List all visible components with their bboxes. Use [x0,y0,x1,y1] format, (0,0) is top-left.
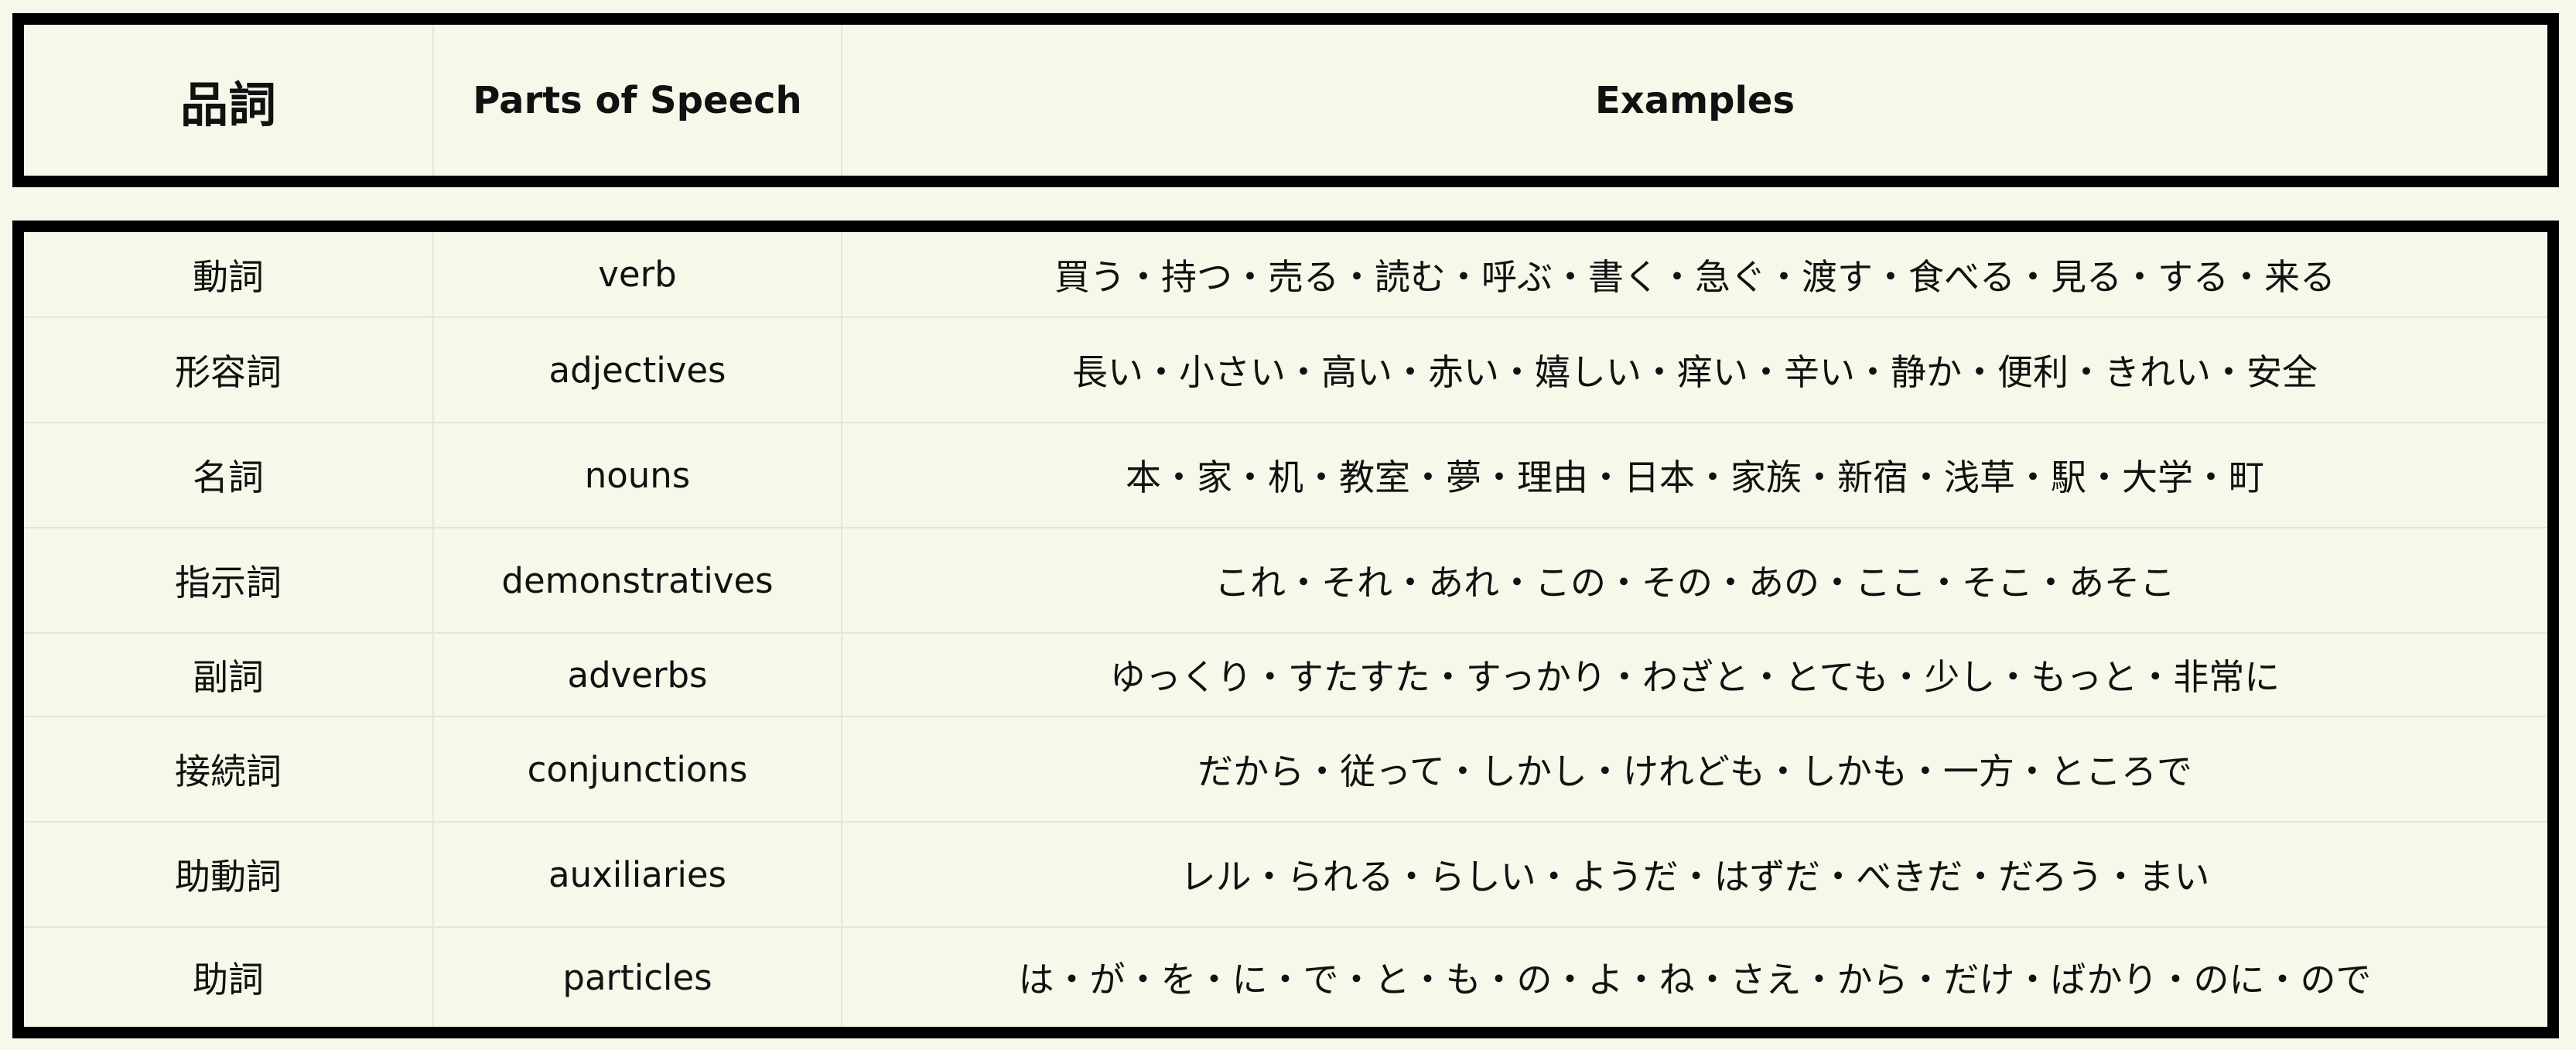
header-japanese-label: 品詞 [179,76,276,133]
examples-text: これ・それ・あれ・この・その・あの・ここ・そこ・あそこ [1215,562,2175,604]
examples-text: 買う・持つ・売る・読む・呼ぶ・書く・急ぐ・渡す・食べる・見る・する・来る [1054,255,2335,298]
japanese-term: 形容詞 [175,351,282,393]
japanese-term: 接続詞 [175,751,282,792]
header-row: 品詞 Parts of Speech Examples [24,25,2547,176]
table-row: 助動詞 auxiliaries レル・られる・らしい・ようだ・はずだ・べきだ・だ… [24,823,2547,928]
examples-cell: レル・られる・らしい・ようだ・はずだ・べきだ・だろう・まい [842,823,2547,926]
examples-text: だから・従って・しかし・けれども・しかも・一方・ところで [1197,751,2192,792]
english-term-cell: nouns [434,423,842,527]
header-parts-of-speech-label: Parts of Speech [473,78,802,122]
table-header: 品詞 Parts of Speech Examples [12,13,2559,187]
examples-cell: は・が・を・に・で・と・も・の・よ・ね・さえ・から・だけ・ばかり・のに・ので [842,928,2547,1027]
japanese-term: 動詞 [193,255,264,298]
japanese-term-cell: 動詞 [24,232,434,316]
examples-text: は・が・を・に・で・と・も・の・よ・ね・さえ・から・だけ・ばかり・のに・ので [1018,959,2372,1000]
header-parts-of-speech: Parts of Speech [434,25,842,176]
japanese-term-cell: 助動詞 [24,823,434,926]
examples-text: 長い・小さい・高い・赤い・嬉しい・痒い・辛い・静か・便利・きれい・安全 [1072,351,2318,393]
japanese-term: 指示詞 [175,562,282,604]
table-row: 名詞 nouns 本・家・机・教室・夢・理由・日本・家族・新宿・浅草・駅・大学・… [24,423,2547,528]
japanese-term-cell: 形容詞 [24,318,434,422]
examples-cell: ゆっくり・すたすた・すっかり・わざと・とても・少し・もっと・非常に [842,634,2547,716]
japanese-term-cell: 指示詞 [24,528,434,632]
japanese-term: 助詞 [193,959,264,1000]
table-row: 指示詞 demonstratives これ・それ・あれ・この・その・あの・ここ・… [24,528,2547,634]
english-term: demonstratives [501,559,774,601]
english-term-cell: adjectives [434,318,842,422]
header-examples: Examples [842,25,2547,176]
english-term: auxiliaries [548,853,726,895]
english-term-cell: demonstratives [434,528,842,632]
table-body: 動詞 verb 買う・持つ・売る・読む・呼ぶ・書く・急ぐ・渡す・食べる・見る・す… [12,221,2559,1038]
japanese-term: 名詞 [193,457,264,498]
examples-cell: だから・従って・しかし・けれども・しかも・一方・ところで [842,717,2547,821]
english-term: particles [562,956,712,998]
japanese-term: 助動詞 [175,856,282,898]
examples-cell: これ・それ・あれ・この・その・あの・ここ・そこ・あそこ [842,528,2547,632]
english-term: adjectives [548,349,726,391]
table-row: 形容詞 adjectives 長い・小さい・高い・赤い・嬉しい・痒い・辛い・静か… [24,318,2547,423]
examples-cell: 買う・持つ・売る・読む・呼ぶ・書く・急ぐ・渡す・食べる・見る・する・来る [842,232,2547,316]
examples-cell: 長い・小さい・高い・赤い・嬉しい・痒い・辛い・静か・便利・きれい・安全 [842,318,2547,422]
english-term: verb [598,254,677,295]
english-term-cell: adverbs [434,634,842,716]
english-term-cell: conjunctions [434,717,842,821]
examples-text: 本・家・机・教室・夢・理由・日本・家族・新宿・浅草・駅・大学・町 [1126,457,2264,498]
japanese-term-cell: 助詞 [24,928,434,1027]
table-row: 動詞 verb 買う・持つ・売る・読む・呼ぶ・書く・急ぐ・渡す・食べる・見る・す… [24,232,2547,318]
english-term: nouns [584,454,691,496]
english-term-cell: particles [434,928,842,1027]
japanese-term: 副詞 [193,656,264,698]
examples-text: レル・られる・らしい・ようだ・はずだ・べきだ・だろう・まい [1180,856,2210,898]
table-row: 接続詞 conjunctions だから・従って・しかし・けれども・しかも・一方… [24,717,2547,823]
english-term-cell: auxiliaries [434,823,842,926]
header-examples-label: Examples [1594,78,1795,122]
table-row: 副詞 adverbs ゆっくり・すたすた・すっかり・わざと・とても・少し・もっと… [24,634,2547,717]
japanese-term-cell: 名詞 [24,423,434,527]
examples-text: ゆっくり・すたすた・すっかり・わざと・とても・少し・もっと・非常に [1109,656,2280,698]
japanese-term-cell: 接続詞 [24,717,434,821]
english-term: adverbs [567,654,708,696]
english-term-cell: verb [434,232,842,316]
table-row: 助詞 particles は・が・を・に・で・と・も・の・よ・ね・さえ・から・だ… [24,928,2547,1027]
header-japanese: 品詞 [24,25,434,176]
japanese-term-cell: 副詞 [24,634,434,716]
examples-cell: 本・家・机・教室・夢・理由・日本・家族・新宿・浅草・駅・大学・町 [842,423,2547,527]
english-term: conjunctions [527,748,748,790]
